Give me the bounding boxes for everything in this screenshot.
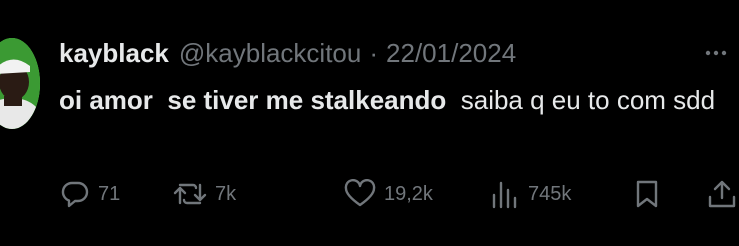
author-handle[interactable]: @kayblackcitou [179,38,361,69]
tweet-header: kayblack @kayblackcitou · 22/01/2024 [59,35,516,71]
like-button[interactable]: 19,2k [344,176,433,212]
tweet-text-bold: oi amor se tiver me stalkeando [59,85,447,115]
tweet-text: oi amor se tiver me stalkeando saiba q e… [59,82,719,119]
tweet[interactable]: kayblack @kayblackcitou · 22/01/2024 oi … [0,0,739,246]
retweet-button[interactable]: 7k [173,176,236,212]
header-separator: · [369,37,379,68]
bookmark-icon [636,180,658,208]
heart-icon [344,179,376,207]
tweet-date[interactable]: 22/01/2024 [386,38,516,69]
tweet-text-regular: saiba q eu to com sdd [446,85,716,115]
share-icon [708,180,736,208]
tweet-actions-bar: 71 7k 19,2k 745k [60,176,739,212]
author-display-name[interactable]: kayblack [59,38,169,69]
retweet-icon [173,183,207,205]
profile-avatar[interactable] [0,38,40,129]
views-icon [492,181,517,209]
reply-button[interactable]: 71 [60,176,120,212]
views-count: 745k [528,182,572,205]
views-button[interactable]: 745k [490,176,571,212]
reply-icon [61,181,89,208]
more-options-icon [705,50,727,56]
bookmark-button[interactable] [635,176,667,212]
reply-count: 71 [98,182,121,205]
like-count: 19,2k [384,182,433,205]
more-options-button[interactable] [705,44,727,62]
retweet-count: 7k [215,182,237,205]
avatar-photo-icon [0,38,40,129]
share-button[interactable] [707,176,739,212]
